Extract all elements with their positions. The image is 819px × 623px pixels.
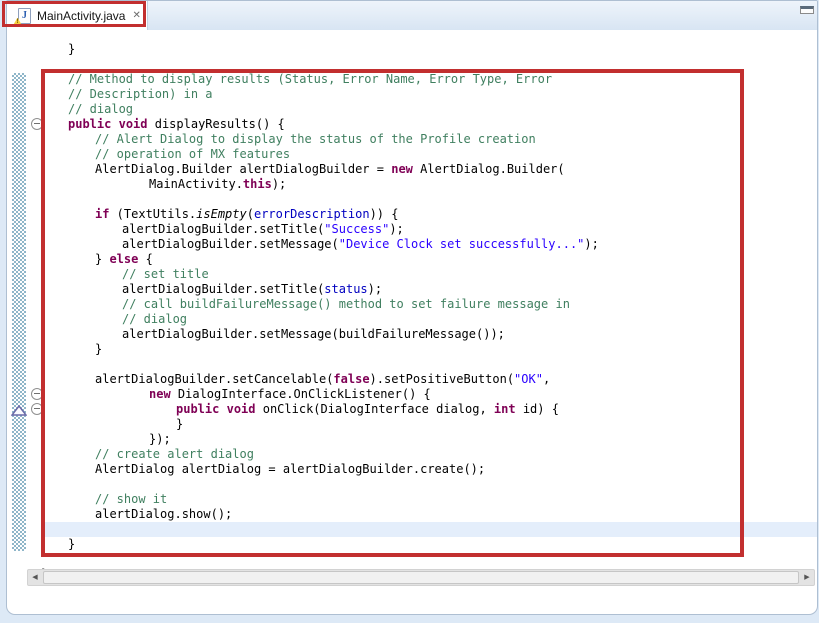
code-line[interactable]: AlertDialog alertDialog = alertDialogBui… [41,462,817,477]
scroll-right-arrow[interactable]: ▶ [800,570,814,585]
code-line[interactable] [41,357,817,372]
code-line[interactable]: // set title [41,267,817,282]
tab-mainactivity-java[interactable]: J ! MainActivity.java ✕ [7,1,148,30]
last-edit-marker-icon[interactable] [11,403,27,414]
code-line[interactable]: alertDialogBuilder.setTitle("Success"); [41,222,817,237]
code-line[interactable]: // dialog [41,102,817,117]
code-line[interactable]: alertDialogBuilder.setCancelable(false).… [41,372,817,387]
horizontal-scrollbar[interactable]: ◀ ▶ [27,569,815,586]
tab-title: MainActivity.java [37,9,125,23]
code-line[interactable]: // operation of MX features [41,147,817,162]
java-file-page-icon: J [18,8,31,24]
code-line[interactable]: } [41,42,817,57]
code-line[interactable] [41,57,817,72]
code-line[interactable]: // Method to display results (Status, Er… [41,72,817,87]
code-line[interactable]: // call buildFailureMessage() method to … [41,297,817,312]
code-line[interactable]: public void displayResults() { [41,117,817,132]
code-line[interactable]: }); [41,432,817,447]
code-editor[interactable]: } // Method to display results (Status, E… [7,30,817,594]
code-line[interactable]: alertDialog.show(); [41,507,817,522]
code-line[interactable]: // dialog [41,312,817,327]
code-line[interactable]: } else { [41,252,817,267]
java-file-icon: J ! [15,8,31,24]
code-line[interactable] [41,192,817,207]
editor-window: J ! MainActivity.java ✕ } // Method to di… [6,0,818,615]
code-line[interactable]: // show it [41,492,817,507]
code-line[interactable]: AlertDialog.Builder alertDialogBuilder =… [41,162,817,177]
code-line[interactable]: // Alert Dialog to display the status of… [41,132,817,147]
code-line[interactable]: alertDialogBuilder.setTitle(status); [41,282,817,297]
tab-close-icon[interactable]: ✕ [132,11,140,21]
code-line[interactable]: // create alert dialog [41,447,817,462]
code-line[interactable] [41,552,817,567]
code-line[interactable] [41,522,817,537]
scrollbar-thumb[interactable] [43,571,799,584]
range-indicator-bar [12,73,26,551]
code-line[interactable]: } [41,417,817,432]
code-line[interactable]: } [41,342,817,357]
minimize-view-icon[interactable] [800,6,814,14]
code-line[interactable]: } [41,537,817,552]
code-line[interactable] [41,477,817,492]
code-line[interactable]: MainActivity.this); [41,177,817,192]
code-line[interactable]: alertDialogBuilder.setMessage(buildFailu… [41,327,817,342]
code-area[interactable]: } // Method to display results (Status, E… [41,30,817,582]
scroll-left-arrow[interactable]: ◀ [28,570,42,585]
code-line[interactable]: public void onClick(DialogInterface dial… [41,402,817,417]
editor-tab-bar: J ! MainActivity.java ✕ [7,1,817,31]
code-line[interactable]: if (TextUtils.isEmpty(errorDescription))… [41,207,817,222]
code-line[interactable]: alertDialogBuilder.setMessage("Device Cl… [41,237,817,252]
code-line[interactable]: // Description) in a [41,87,817,102]
code-line[interactable]: new DialogInterface.OnClickListener() { [41,387,817,402]
